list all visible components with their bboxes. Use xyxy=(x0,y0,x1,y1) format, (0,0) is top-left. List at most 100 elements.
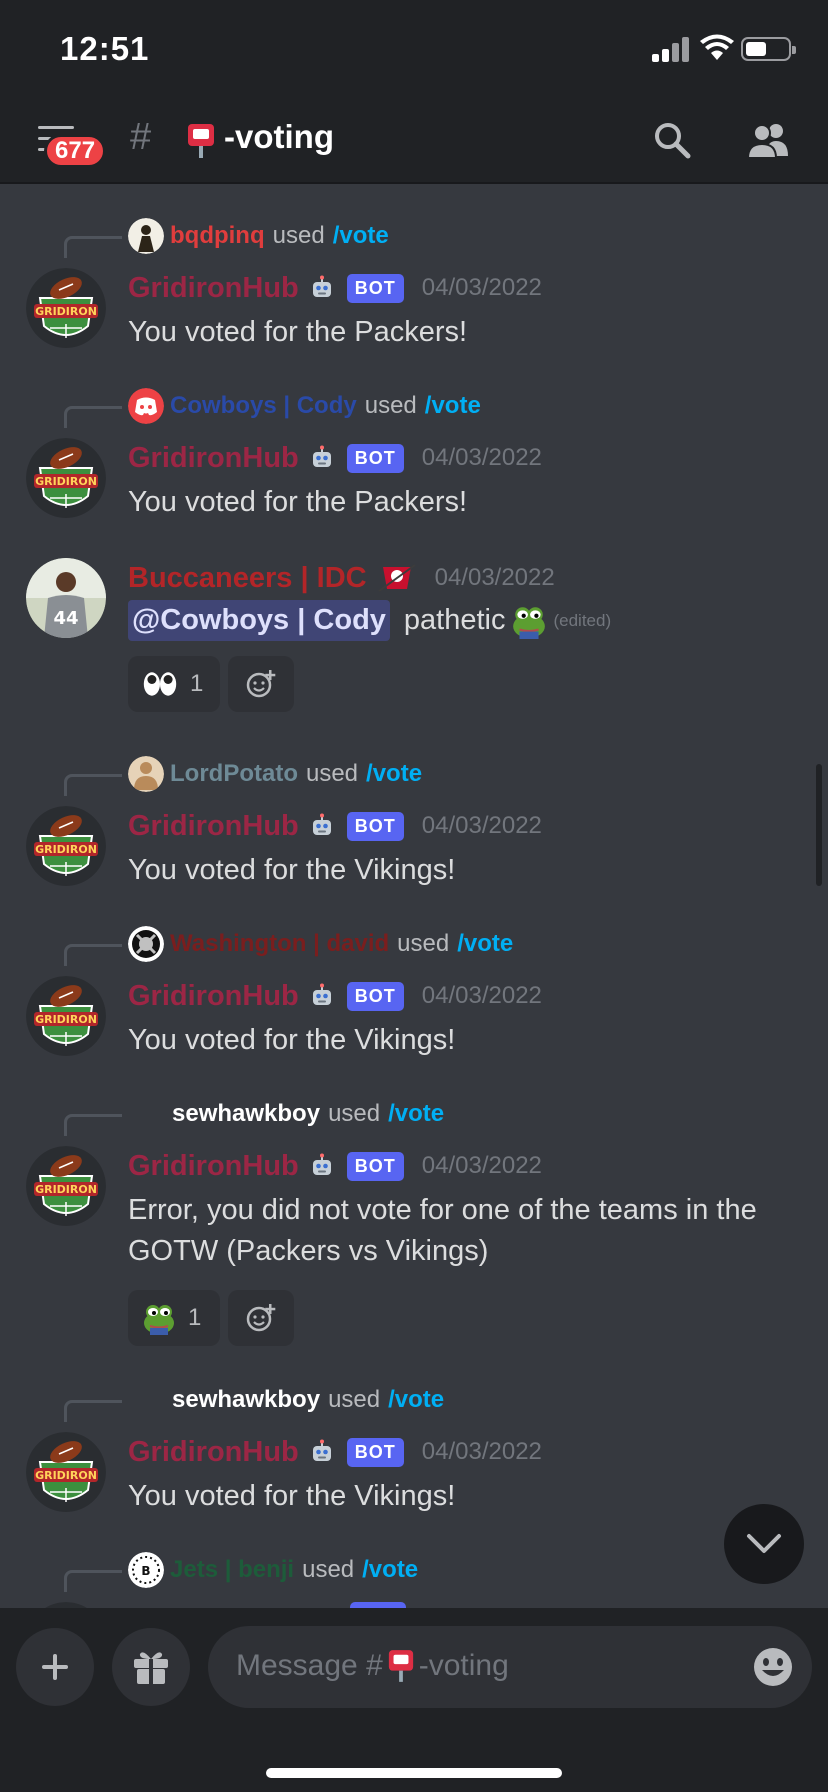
battery-icon xyxy=(741,37,796,61)
author-name[interactable]: GridironHub xyxy=(128,810,299,843)
edited-label: (edited) xyxy=(553,611,612,630)
author-name[interactable]: GridironHub xyxy=(128,1150,299,1183)
buccaneers-flag-icon xyxy=(378,564,416,592)
reply-username[interactable]: Jets | benji xyxy=(170,1556,294,1584)
used-label: used xyxy=(272,222,325,249)
gift-button[interactable] xyxy=(112,1628,190,1706)
author-name[interactable]: GridironHub xyxy=(128,980,299,1013)
message-content: You voted for the Packers! xyxy=(128,316,468,348)
reaction-eyes[interactable]: 1 xyxy=(128,656,220,712)
command-link[interactable]: /vote xyxy=(425,392,481,420)
timestamp: 04/03/2022 xyxy=(421,1438,542,1465)
message-input[interactable]: Message # -voting xyxy=(208,1626,812,1708)
robot-icon xyxy=(309,983,335,1009)
message-content: You voted for the Vikings! xyxy=(128,854,456,886)
timestamp: 04/03/2022 xyxy=(421,812,542,839)
message-content: You voted for the Vikings! xyxy=(128,1480,456,1512)
reactions: 1 xyxy=(128,1290,294,1346)
command-link[interactable]: /vote xyxy=(388,1100,444,1128)
gridiron-avatar[interactable] xyxy=(26,1432,106,1512)
channel-header: 677 # -voting xyxy=(0,96,828,184)
pepe-emoji-icon xyxy=(142,1301,176,1335)
reply-username[interactable]: sewhawkboy xyxy=(172,1100,320,1128)
placeholder-channel: -voting xyxy=(418,1649,509,1682)
gridiron-avatar[interactable] xyxy=(26,806,106,886)
author-name[interactable]: GridironHub xyxy=(128,1436,299,1469)
reaction-count: 1 xyxy=(188,1304,202,1331)
reply-context[interactable]: bqdpinq used /vote xyxy=(128,218,389,254)
timestamp: 04/03/2022 xyxy=(421,274,542,301)
scrollbar[interactable] xyxy=(816,764,822,886)
gridiron-avatar[interactable] xyxy=(26,976,106,1056)
command-link[interactable]: /vote xyxy=(366,760,422,788)
reply-context[interactable]: Washington | david used /vote xyxy=(128,926,513,962)
robot-icon xyxy=(309,1153,335,1179)
gridiron-avatar[interactable] xyxy=(26,438,106,518)
used-label: used xyxy=(305,760,359,787)
plus-icon xyxy=(42,1654,68,1680)
reactions: 1 xyxy=(128,656,294,712)
channel-name[interactable]: -voting xyxy=(224,118,334,156)
user-mention[interactable]: @Cowboys | Cody xyxy=(128,600,390,641)
reply-username[interactable]: sewhawkboy xyxy=(172,1386,320,1414)
bot-tag: BOT xyxy=(346,1151,404,1181)
svg-text:B: B xyxy=(141,1564,150,1578)
command-link[interactable]: /vote xyxy=(333,222,389,250)
reply-username[interactable]: Washington | david xyxy=(170,930,389,958)
command-link[interactable]: /vote xyxy=(457,930,513,958)
emoji-picker-icon[interactable] xyxy=(752,1646,794,1688)
robot-icon xyxy=(309,275,335,301)
reply-username[interactable]: LordPotato xyxy=(170,760,298,788)
status-bar: 12:51 xyxy=(0,0,828,96)
placeholder-prefix: Message # xyxy=(236,1649,383,1682)
reply-context[interactable]: LordPotato used /vote xyxy=(128,756,422,792)
timestamp: 04/03/2022 xyxy=(421,1152,542,1179)
author-name[interactable]: GridironHub xyxy=(128,272,299,305)
gridiron-avatar[interactable] xyxy=(26,1146,106,1226)
timestamp: 04/03/2022 xyxy=(421,982,542,1009)
members-icon[interactable] xyxy=(746,120,790,160)
reply-context[interactable]: sewhawkboy used /vote xyxy=(172,1382,444,1418)
author-name[interactable]: Buccaneers | IDC xyxy=(128,562,367,595)
user-avatar xyxy=(128,756,164,792)
home-indicator[interactable] xyxy=(266,1768,562,1778)
reply-username[interactable]: Cowboys | Cody xyxy=(170,392,357,420)
add-reaction-button[interactable] xyxy=(228,656,294,712)
used-label: used xyxy=(302,1556,355,1583)
add-reaction-icon xyxy=(245,668,277,700)
message-list[interactable]: bqdpinq used /vote GridironHub BOT 04/03… xyxy=(0,186,828,1610)
command-link[interactable]: /vote xyxy=(388,1386,444,1414)
message-content: @Cowboys | Cody pathetic (edited) xyxy=(128,600,788,641)
used-label: used xyxy=(328,1100,381,1127)
message-content: You voted for the Packers! xyxy=(128,486,468,518)
gridiron-avatar[interactable] xyxy=(26,268,106,348)
chevron-down-icon xyxy=(747,1534,781,1553)
jump-to-latest-button[interactable] xyxy=(724,1504,804,1584)
pepe-emoji-icon xyxy=(511,603,547,639)
reply-context[interactable]: sewhawkboy used /vote xyxy=(172,1096,444,1132)
bot-tag: BOT xyxy=(346,1437,404,1467)
robot-icon xyxy=(309,813,335,839)
status-time: 12:51 xyxy=(60,30,150,67)
used-label: used xyxy=(364,392,417,419)
search-icon[interactable] xyxy=(652,120,692,160)
reply-context[interactable]: Cowboys | Cody used /vote xyxy=(128,388,481,424)
raiders-avatar xyxy=(128,926,164,962)
reply-context[interactable]: B Jets | benji used /vote xyxy=(128,1552,418,1588)
timestamp: 04/03/2022 xyxy=(421,444,542,471)
add-attachment-button[interactable] xyxy=(16,1628,94,1706)
used-label: used xyxy=(328,1386,381,1413)
reply-username[interactable]: bqdpinq xyxy=(170,222,265,250)
svg-text:44: 44 xyxy=(53,608,78,629)
mailbox-icon xyxy=(387,1648,415,1684)
add-reaction-button[interactable] xyxy=(228,1290,294,1346)
hash-icon: # xyxy=(130,116,152,158)
bot-tag: BOT xyxy=(346,443,404,473)
user-avatar[interactable]: 44 xyxy=(26,558,106,638)
message-text: pathetic xyxy=(403,604,506,636)
command-link[interactable]: /vote xyxy=(362,1556,418,1584)
reaction-count: 1 xyxy=(190,670,204,697)
author-name[interactable]: GridironHub xyxy=(128,442,299,475)
wifi-icon xyxy=(700,34,734,60)
reaction-pepe[interactable]: 1 xyxy=(128,1290,220,1346)
